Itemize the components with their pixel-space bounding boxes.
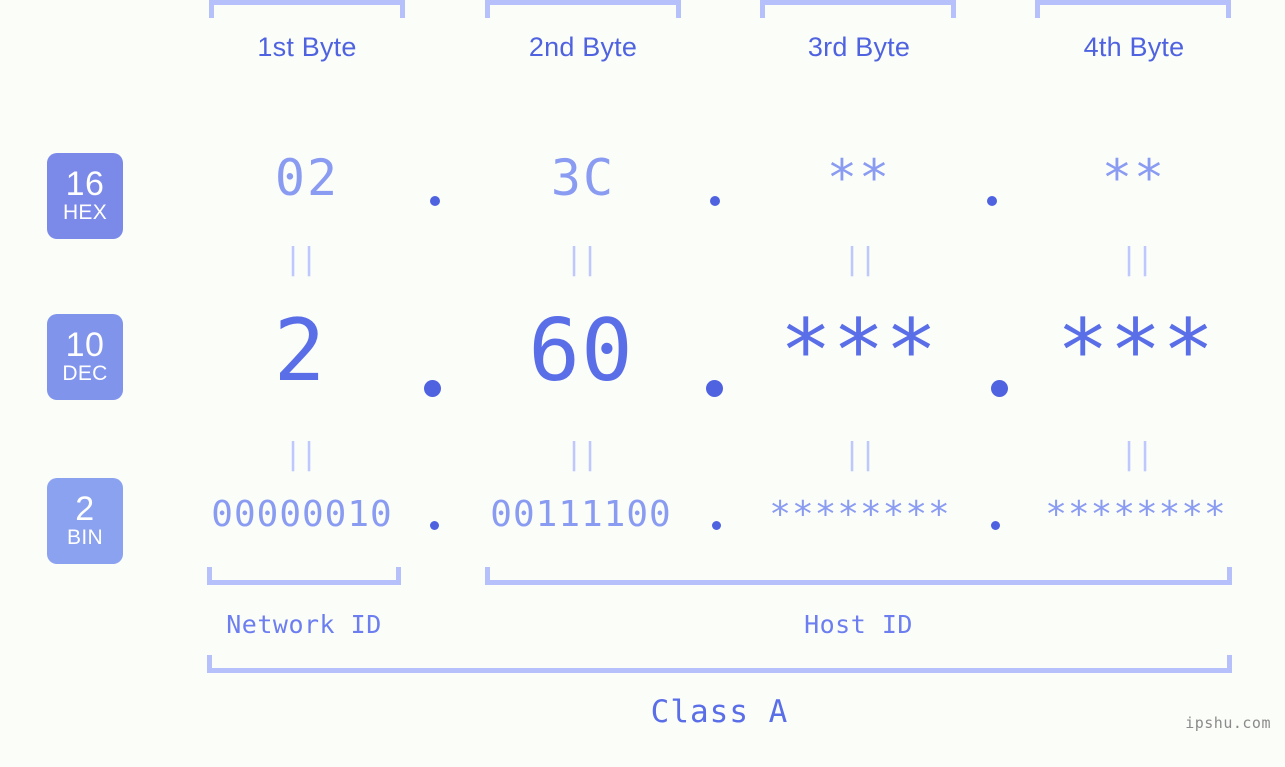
hex-separator-1 <box>430 196 440 206</box>
dec-byte-2: 60 <box>528 301 634 401</box>
base-badge-hex-number: 16 <box>65 165 105 203</box>
base-badge-bin-abbr: BIN <box>67 526 103 549</box>
class-label: Class A <box>650 694 789 730</box>
equality-mark-hex-dec-4: || <box>1119 242 1154 277</box>
byte-bracket-2 <box>485 0 681 18</box>
bin-byte-1: 00000010 <box>211 494 393 535</box>
dec-byte-4: *** <box>1056 301 1216 401</box>
hex-separator-2 <box>710 196 720 206</box>
byte-bracket-4 <box>1035 0 1231 18</box>
hex-byte-3: ** <box>826 149 892 207</box>
base-badge-hex: 16 HEX <box>47 153 123 239</box>
host-id-label: Host ID <box>804 610 913 639</box>
hex-byte-2: 3C <box>550 149 616 207</box>
dec-separator-1 <box>424 380 441 397</box>
bin-separator-2 <box>712 521 721 530</box>
byte-header-4: 4th Byte <box>1083 32 1185 62</box>
bin-byte-4: ******** <box>1045 494 1227 535</box>
hex-byte-1: 02 <box>274 149 340 207</box>
hex-separator-3 <box>987 196 997 206</box>
equality-mark-dec-bin-3: || <box>842 437 877 472</box>
diagram-canvas: 1st Byte 2nd Byte 3rd Byte 4th Byte 16 H… <box>0 0 1285 767</box>
network-id-bracket <box>207 567 401 585</box>
dec-separator-2 <box>706 380 723 397</box>
hex-byte-4: ** <box>1101 149 1167 207</box>
base-badge-dec-abbr: DEC <box>62 362 108 385</box>
equality-mark-hex-dec-1: || <box>283 242 318 277</box>
base-badge-bin: 2 BIN <box>47 478 123 564</box>
base-badge-hex-abbr: HEX <box>62 201 108 224</box>
dec-byte-3: *** <box>779 301 939 401</box>
watermark: ipshu.com <box>1185 714 1271 732</box>
class-bracket <box>207 655 1232 673</box>
bin-byte-3: ******** <box>769 494 951 535</box>
base-badge-dec: 10 DEC <box>47 314 123 400</box>
base-badge-dec-number: 10 <box>65 326 105 364</box>
byte-header-1: 1st Byte <box>257 32 357 62</box>
equality-mark-hex-dec-3: || <box>842 242 877 277</box>
dec-byte-1: 2 <box>273 301 327 401</box>
bin-separator-1 <box>430 521 439 530</box>
network-id-label: Network ID <box>226 610 382 639</box>
bin-byte-2: 00111100 <box>490 494 672 535</box>
bin-separator-3 <box>991 521 1000 530</box>
base-badge-bin-number: 2 <box>75 490 95 528</box>
byte-bracket-3 <box>760 0 956 18</box>
equality-mark-hex-dec-2: || <box>564 242 599 277</box>
dec-separator-3 <box>991 380 1008 397</box>
host-id-bracket <box>485 567 1232 585</box>
byte-bracket-1 <box>209 0 405 18</box>
byte-header-2: 2nd Byte <box>528 32 638 62</box>
byte-header-3: 3rd Byte <box>807 32 911 62</box>
equality-mark-dec-bin-4: || <box>1119 437 1154 472</box>
equality-mark-dec-bin-1: || <box>283 437 318 472</box>
equality-mark-dec-bin-2: || <box>564 437 599 472</box>
